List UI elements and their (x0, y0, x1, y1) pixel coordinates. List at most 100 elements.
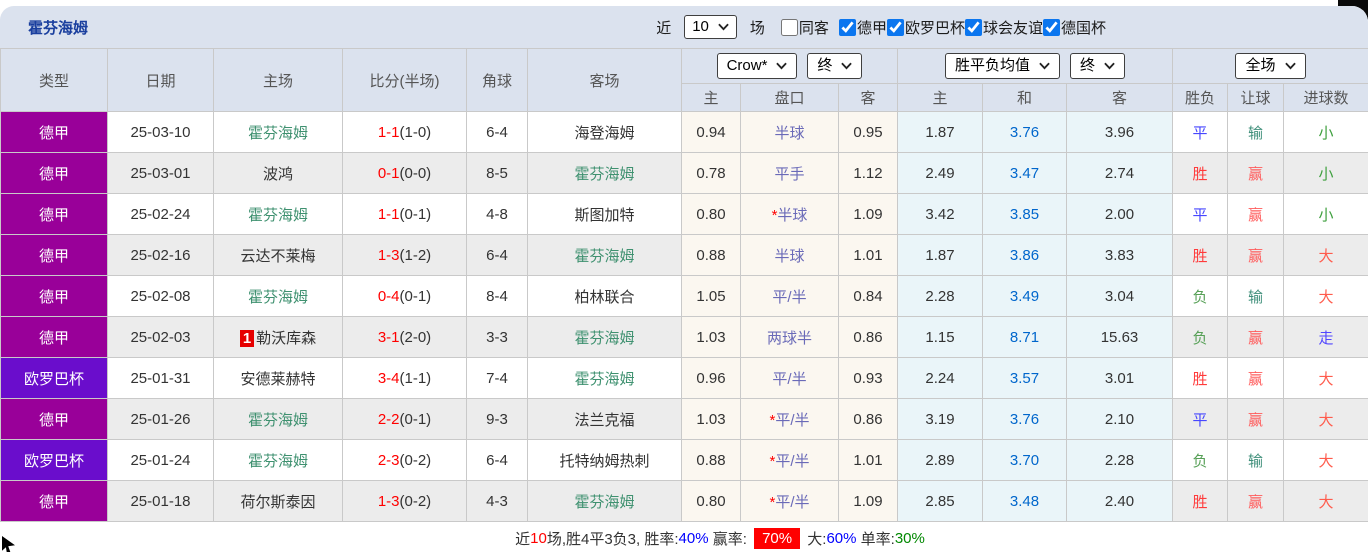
team-link[interactable]: 霍芬海姆 (248, 453, 308, 470)
corner-cell: 4-8 (467, 194, 528, 235)
date-cell: 25-03-10 (108, 112, 214, 153)
team-link[interactable]: 霍芬海姆 (248, 412, 308, 429)
euro-home-odds: 2.28 (898, 276, 983, 317)
team-link[interactable]: 霍芬海姆 (248, 289, 308, 306)
bookmaker-time-select[interactable]: 终 (807, 53, 862, 79)
filter-label: 德甲 (857, 17, 887, 38)
match-row: 德甲25-03-01波鸿0-1(0-0)8-5霍芬海姆0.78平手1.122.4… (1, 153, 1368, 194)
team-link[interactable]: 勒沃库森 (256, 330, 316, 347)
team-link[interactable]: 安德莱赫特 (240, 371, 315, 388)
euro-draw-odds: 3.86 (983, 235, 1067, 276)
result-cell: 胜 (1173, 153, 1228, 194)
team-link[interactable]: 海登海姆 (574, 125, 634, 142)
checkbox-club-friendly[interactable] (965, 19, 982, 36)
team-link[interactable]: 霍芬海姆 (574, 494, 634, 511)
team-title: 霍芬海姆 (28, 17, 88, 38)
euro-home-odds: 3.19 (898, 399, 983, 440)
asia-away-odds: 0.93 (839, 358, 898, 399)
asia-home-odds: 0.80 (682, 481, 741, 522)
home-team-cell: 1勒沃库森 (214, 317, 343, 358)
recent-count-select[interactable]: 10 (684, 15, 737, 39)
asia-line-text: 平/半 (775, 494, 809, 511)
result-cell: 平 (1173, 194, 1228, 235)
date-cell: 25-02-16 (108, 235, 214, 276)
chevron-down-icon (718, 23, 729, 31)
team-link[interactable]: 霍芬海姆 (248, 125, 308, 142)
asia-away-odds: 1.09 (839, 194, 898, 235)
checkbox-same-venue[interactable] (781, 19, 798, 36)
asia-home-odds: 0.78 (682, 153, 741, 194)
team-link[interactable]: 波鸿 (263, 166, 293, 183)
full-score: 3-4 (378, 370, 400, 387)
europe-odds-group: 胜平负均值 终 (898, 49, 1173, 84)
bookmaker-select[interactable]: Crow* (717, 53, 798, 79)
half-score: (1-0) (400, 124, 432, 141)
score-cell: 2-2(0-1) (343, 399, 467, 440)
away-team-cell: 法兰克福 (528, 399, 682, 440)
score-cell: 1-3(1-2) (343, 235, 467, 276)
checkbox-europa-league[interactable] (887, 19, 904, 36)
goals-result-cell: 走 (1284, 317, 1368, 358)
result-cell: 负 (1173, 317, 1228, 358)
handicap-result-cell: 赢 (1228, 481, 1284, 522)
home-team-cell: 波鸿 (214, 153, 343, 194)
team-link[interactable]: 柏林联合 (574, 289, 634, 306)
summary-segment: 70% (754, 528, 800, 549)
col-home: 主场 (214, 49, 343, 112)
checkbox-bundesliga[interactable] (839, 19, 856, 36)
asia-line-cell: *半球 (741, 194, 839, 235)
league-cell: 德甲 (1, 112, 108, 153)
away-team-cell: 霍芬海姆 (528, 481, 682, 522)
score-cell: 1-3(0-2) (343, 481, 467, 522)
filter-german-cup: 德国杯 (1043, 17, 1106, 38)
full-score: 1-3 (378, 493, 400, 510)
handicap-result-cell: 赢 (1228, 194, 1284, 235)
team-link[interactable]: 托特纳姆热刺 (559, 453, 649, 470)
team-link[interactable]: 霍芬海姆 (248, 207, 308, 224)
score-cell: 0-1(0-0) (343, 153, 467, 194)
asia-away-odds: 0.95 (839, 112, 898, 153)
asia-line-cell: 半球 (741, 235, 839, 276)
asia-line-text: 半球 (777, 207, 807, 224)
scope-select[interactable]: 全场 (1235, 53, 1305, 79)
europe-time-select[interactable]: 终 (1070, 53, 1125, 79)
asia-line-cell: *平/半 (741, 399, 839, 440)
goals-result-cell: 大 (1284, 235, 1368, 276)
team-link[interactable]: 霍芬海姆 (574, 166, 634, 183)
score-cell: 1-1(1-0) (343, 112, 467, 153)
summary-segment: 10 (530, 530, 547, 547)
away-team-cell: 斯图加特 (528, 194, 682, 235)
goals-result-cell: 大 (1284, 276, 1368, 317)
sub-handicap: 让球 (1228, 84, 1284, 112)
summary-segment: 场,胜4平3负3, 胜率: (547, 528, 679, 549)
col-corner: 角球 (467, 49, 528, 112)
team-link[interactable]: 荷尔斯泰因 (240, 494, 315, 511)
league-cell: 德甲 (1, 194, 108, 235)
league-cell: 德甲 (1, 153, 108, 194)
asia-away-odds: 0.84 (839, 276, 898, 317)
goals-result-cell: 大 (1284, 399, 1368, 440)
corner-cell: 8-4 (467, 276, 528, 317)
team-link[interactable]: 云达不莱梅 (240, 248, 315, 265)
sub-euro-home: 主 (898, 84, 983, 112)
match-row: 欧罗巴杯25-01-24霍芬海姆2-3(0-2)6-4托特纳姆热刺0.88*平/… (1, 440, 1368, 481)
sub-goals: 进球数 (1284, 84, 1368, 112)
match-row: 德甲25-02-24霍芬海姆1-1(0-1)4-8斯图加特0.80*半球1.09… (1, 194, 1368, 235)
team-link[interactable]: 霍芬海姆 (574, 330, 634, 347)
league-cell: 德甲 (1, 317, 108, 358)
checkbox-german-cup[interactable] (1043, 19, 1060, 36)
match-row: 德甲25-02-08霍芬海姆0-4(0-1)8-4柏林联合1.05平/半0.84… (1, 276, 1368, 317)
chevron-down-icon (841, 62, 852, 70)
team-link[interactable]: 霍芬海姆 (574, 371, 634, 388)
goals-result-cell: 小 (1284, 112, 1368, 153)
league-cell: 德甲 (1, 481, 108, 522)
corner-cell: 6-4 (467, 112, 528, 153)
away-team-cell: 霍芬海姆 (528, 153, 682, 194)
euro-away-odds: 3.96 (1067, 112, 1173, 153)
team-link[interactable]: 霍芬海姆 (574, 248, 634, 265)
match-row: 德甲25-03-10霍芬海姆1-1(1-0)6-4海登海姆0.94半球0.951… (1, 112, 1368, 153)
team-link[interactable]: 法兰克福 (574, 412, 634, 429)
home-team-cell: 霍芬海姆 (214, 440, 343, 481)
europe-odds-select[interactable]: 胜平负均值 (945, 53, 1060, 79)
team-link[interactable]: 斯图加特 (574, 207, 634, 224)
